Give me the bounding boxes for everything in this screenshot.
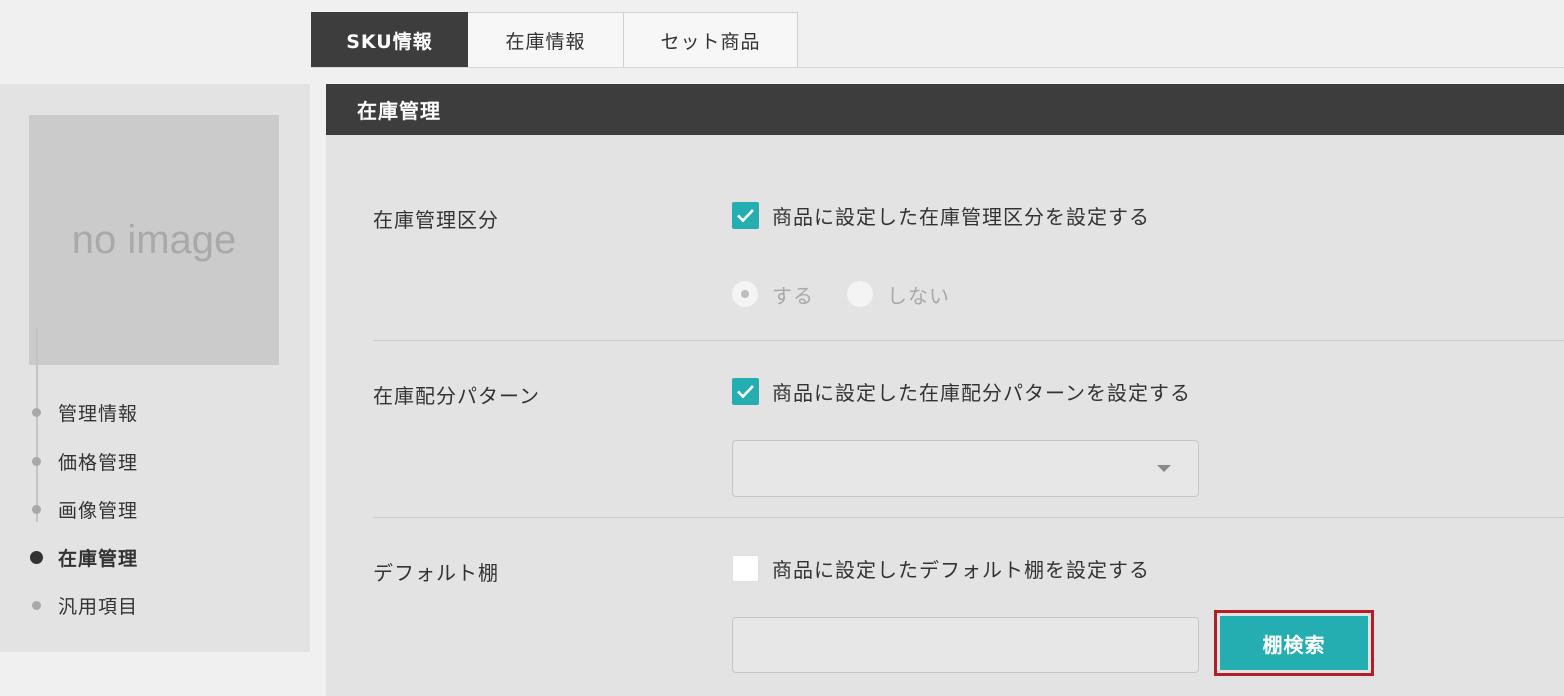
default-shelf-label: デフォルト棚 <box>373 561 499 585</box>
row-divider <box>373 340 1564 341</box>
tab-stock-info-label: 在庫情報 <box>505 31 586 53</box>
stock-allocation-pattern-label: 在庫配分パターン <box>373 384 540 408</box>
sidebar-item-label: 管理情報 <box>58 402 139 425</box>
default-shelf-checkbox-row[interactable]: 商品に設定したデフォルト棚を設定する <box>732 554 1150 582</box>
sidebar-item-label: 画像管理 <box>58 499 139 522</box>
row-divider <box>373 517 1564 518</box>
sidebar-item-label: 在庫管理 <box>58 547 139 570</box>
radio-yes[interactable]: する <box>732 280 814 309</box>
sidebar-item-image-management[interactable]: 画像管理 <box>30 494 138 524</box>
panel-title: 在庫管理 <box>357 99 441 123</box>
stock-management-type-checkbox-label: 商品に設定した在庫管理区分を設定する <box>772 204 1150 229</box>
radio-no-circle[interactable] <box>847 281 873 307</box>
stock-management-type-checkbox-row[interactable]: 商品に設定した在庫管理区分を設定する <box>732 201 1150 229</box>
default-shelf-input[interactable] <box>732 617 1199 673</box>
nav-dot-icon <box>32 456 41 466</box>
nav-dot-icon <box>32 600 41 610</box>
stock-management-type-checkbox[interactable] <box>732 201 759 229</box>
tab-bar: SKU情報 在庫情報 セット商品 <box>311 12 798 68</box>
radio-selected-dot-icon <box>741 290 749 298</box>
tab-sku-info[interactable]: SKU情報 <box>311 12 468 68</box>
stock-management-type-radio-group: する しない <box>732 280 983 308</box>
tab-stock-info[interactable]: 在庫情報 <box>468 12 624 68</box>
default-shelf-checkbox[interactable] <box>732 554 759 582</box>
stock-allocation-pattern-checkbox-row[interactable]: 商品に設定した在庫配分パターンを設定する <box>732 377 1191 405</box>
no-image-text: no image <box>71 217 237 262</box>
sidebar-item-label: 価格管理 <box>58 451 139 474</box>
sidebar-item-general-items[interactable]: 汎用項目 <box>30 590 138 620</box>
stock-allocation-pattern-checkbox-label: 商品に設定した在庫配分パターンを設定する <box>772 380 1191 405</box>
panel-header: 在庫管理 <box>326 84 1564 135</box>
nav-dot-active-icon <box>30 550 43 564</box>
chevron-down-icon <box>1157 465 1171 472</box>
stock-allocation-pattern-select[interactable] <box>732 440 1199 497</box>
tab-set-products-label: セット商品 <box>660 31 761 53</box>
default-shelf-checkbox-label: 商品に設定したデフォルト棚を設定する <box>772 557 1150 582</box>
product-image-placeholder: no image <box>29 115 279 365</box>
radio-yes-circle[interactable] <box>732 281 758 307</box>
radio-no-label: しない <box>887 283 950 308</box>
sidebar-item-management-info[interactable]: 管理情報 <box>30 397 138 427</box>
sidebar-item-price-management[interactable]: 価格管理 <box>30 446 138 476</box>
stock-management-panel: 在庫管理 在庫管理区分 商品に設定した在庫管理区分を設定する する しない 在庫… <box>326 84 1564 696</box>
sidebar-item-label: 汎用項目 <box>58 595 139 618</box>
shelf-search-highlight-frame: 棚検索 <box>1214 610 1374 676</box>
stock-management-type-label: 在庫管理区分 <box>373 208 499 232</box>
nav-dot-icon <box>32 504 41 514</box>
tab-bar-underline <box>311 67 1564 68</box>
radio-no[interactable]: しない <box>847 280 950 309</box>
shelf-search-button[interactable]: 棚検索 <box>1220 616 1368 670</box>
sidebar-item-stock-management[interactable]: 在庫管理 <box>30 542 138 572</box>
radio-yes-label: する <box>772 283 814 308</box>
stock-allocation-pattern-checkbox[interactable] <box>732 377 759 405</box>
checkmark-icon <box>737 384 754 398</box>
checkmark-icon <box>737 208 754 222</box>
nav-dot-icon <box>32 407 41 417</box>
tab-set-products[interactable]: セット商品 <box>624 12 798 68</box>
tab-sku-info-label: SKU情報 <box>346 31 433 53</box>
